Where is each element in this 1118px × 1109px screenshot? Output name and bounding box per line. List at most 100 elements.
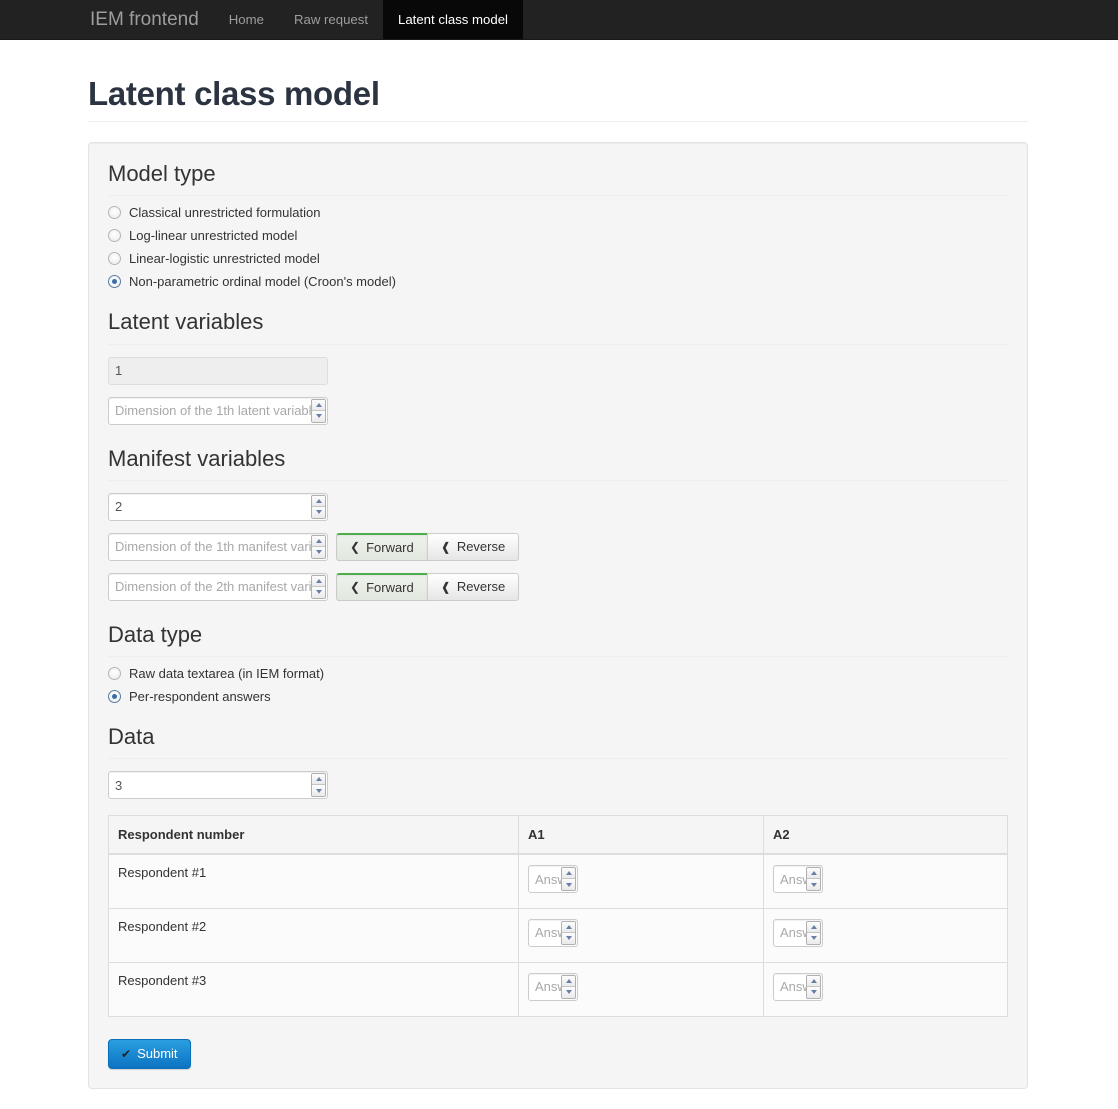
- spinner-icon[interactable]: [561, 867, 576, 892]
- chevron-down-icon: ❮: [350, 540, 361, 555]
- manifest-dimension-row-1: ❮ Forward ❰ Reverse: [108, 532, 1008, 561]
- latent-variables-heading: Latent variables: [108, 310, 1008, 345]
- answer-cell-2-a2: [763, 907, 1008, 963]
- spinner-down-icon[interactable]: [807, 879, 820, 891]
- data-type-heading: Data type: [108, 622, 1008, 658]
- answer-cell-1-a1: [518, 853, 764, 909]
- spinner-up-icon[interactable]: [312, 535, 325, 547]
- radio-per-respondent-answers[interactable]: Per-respondent answers: [108, 690, 1008, 704]
- nav-link-home[interactable]: Home: [214, 0, 279, 39]
- top-navbar: IEM frontend Home Raw request Latent cla…: [0, 0, 1118, 40]
- radio-icon-checked[interactable]: [108, 275, 121, 289]
- spinner-icon[interactable]: [561, 974, 576, 999]
- spinner-icon[interactable]: [311, 574, 326, 599]
- nav-links: Home Raw request Latent class model: [214, 0, 523, 39]
- model-type-heading: Model type: [108, 162, 1008, 197]
- table-row: Respondent #2: [108, 907, 1008, 963]
- spinner-icon[interactable]: [311, 398, 326, 423]
- column-header-a1: A1: [518, 815, 764, 856]
- nav-link-latent-class-model[interactable]: Latent class model: [383, 0, 523, 39]
- radio-icon[interactable]: [108, 667, 121, 681]
- spinner-up-icon[interactable]: [562, 975, 575, 987]
- check-icon: ✔: [121, 1046, 132, 1061]
- answer-cell-3-a2: [763, 961, 1008, 1017]
- respondent-label-1: Respondent #1: [108, 853, 519, 909]
- reverse-button-label: Reverse: [456, 539, 506, 555]
- spinner-up-icon[interactable]: [312, 774, 325, 786]
- respondent-count-row: [108, 771, 1008, 800]
- chevron-up-icon: ❰: [440, 539, 451, 554]
- spinner-icon[interactable]: [806, 974, 821, 999]
- spinner-icon[interactable]: [311, 494, 326, 519]
- spinner-up-icon[interactable]: [562, 921, 575, 933]
- spinner-down-icon[interactable]: [312, 410, 325, 422]
- radio-log-linear-unrestricted[interactable]: Log-linear unrestricted model: [108, 229, 1008, 243]
- spinner-icon[interactable]: [561, 920, 576, 945]
- table-row: Respondent #1: [108, 853, 1008, 909]
- spinner-up-icon[interactable]: [562, 868, 575, 880]
- radio-linear-logistic-unrestricted[interactable]: Linear-logistic unrestricted model: [108, 251, 1008, 267]
- spinner-up-icon[interactable]: [807, 868, 820, 880]
- nav-link-raw-request[interactable]: Raw request: [279, 0, 383, 39]
- forward-button-1[interactable]: ❮ Forward: [336, 532, 428, 561]
- radio-icon[interactable]: [108, 206, 121, 220]
- spinner-up-icon[interactable]: [312, 399, 325, 411]
- answer-cell-2-a1: [518, 907, 764, 963]
- latent-dimension-row-1: [108, 396, 1008, 425]
- spinner-down-icon[interactable]: [807, 986, 820, 998]
- manifest-variable-count-input[interactable]: [108, 492, 328, 521]
- radio-label: Linear-logistic unrestricted model: [129, 251, 320, 267]
- manifest-dimension-input-1[interactable]: [108, 532, 328, 561]
- submit-button[interactable]: ✔ Submit: [108, 1038, 191, 1069]
- chevron-up-icon: ❰: [440, 579, 451, 594]
- forward-button-2[interactable]: ❮ Forward: [336, 572, 428, 601]
- forward-button-label: Forward: [366, 579, 414, 595]
- spinner-down-icon[interactable]: [312, 586, 325, 598]
- submit-button-label: Submit: [137, 1046, 178, 1062]
- radio-icon-checked[interactable]: [108, 690, 121, 704]
- spinner-up-icon[interactable]: [807, 921, 820, 933]
- reverse-button-2[interactable]: ❰ Reverse: [426, 572, 520, 601]
- chevron-down-icon: ❮: [350, 580, 361, 595]
- column-header-respondent-number: Respondent number: [108, 815, 519, 856]
- respondent-count-input[interactable]: [108, 771, 328, 800]
- table-header-row: Respondent number A1 A2: [108, 815, 1008, 856]
- spinner-up-icon[interactable]: [312, 495, 325, 507]
- reverse-button-1[interactable]: ❰ Reverse: [426, 532, 520, 561]
- radio-icon[interactable]: [108, 229, 121, 243]
- table-row: Respondent #3: [108, 961, 1008, 1017]
- spinner-down-icon[interactable]: [562, 932, 575, 944]
- direction-button-group-2: ❮ Forward ❰ Reverse: [336, 572, 520, 601]
- direction-button-group-1: ❮ Forward ❰ Reverse: [336, 532, 520, 561]
- answer-cell-3-a1: [518, 961, 764, 1017]
- spinner-down-icon[interactable]: [807, 932, 820, 944]
- brand-logo[interactable]: IEM frontend: [80, 0, 214, 39]
- spinner-icon[interactable]: [806, 920, 821, 945]
- manifest-variables-heading: Manifest variables: [108, 446, 1008, 481]
- radio-label: Classical unrestricted formulation: [129, 205, 321, 221]
- radio-icon[interactable]: [108, 252, 121, 266]
- spinner-down-icon[interactable]: [562, 879, 575, 891]
- spinner-down-icon[interactable]: [312, 785, 325, 797]
- spinner-icon[interactable]: [311, 534, 326, 559]
- manifest-dimension-input-2[interactable]: [108, 572, 328, 601]
- spinner-up-icon[interactable]: [807, 975, 820, 987]
- spinner-icon[interactable]: [806, 867, 821, 892]
- radio-raw-data-textarea[interactable]: Raw data textarea (in IEM format): [108, 667, 1008, 681]
- manifest-dimension-row-2: ❮ Forward ❰ Reverse: [108, 572, 1008, 601]
- data-heading: Data: [108, 724, 1008, 760]
- radio-classical-unrestricted[interactable]: Classical unrestricted formulation: [108, 205, 1008, 221]
- respondent-label-3: Respondent #3: [108, 961, 519, 1017]
- latent-dimension-input-1[interactable]: [108, 396, 328, 425]
- spinner-down-icon[interactable]: [562, 986, 575, 998]
- latent-variable-count-row: [108, 356, 1008, 385]
- page-container: Latent class model Model type Classical …: [0, 75, 1118, 1089]
- spinner-down-icon[interactable]: [312, 506, 325, 518]
- spinner-up-icon[interactable]: [312, 575, 325, 587]
- latent-variable-count-input: [108, 356, 328, 385]
- radio-non-parametric-ordinal[interactable]: Non-parametric ordinal model (Croon's mo…: [108, 275, 1008, 289]
- spinner-icon[interactable]: [311, 773, 326, 798]
- manifest-variable-count-row: [108, 492, 1008, 521]
- spinner-down-icon[interactable]: [312, 546, 325, 558]
- reverse-button-label: Reverse: [456, 579, 506, 595]
